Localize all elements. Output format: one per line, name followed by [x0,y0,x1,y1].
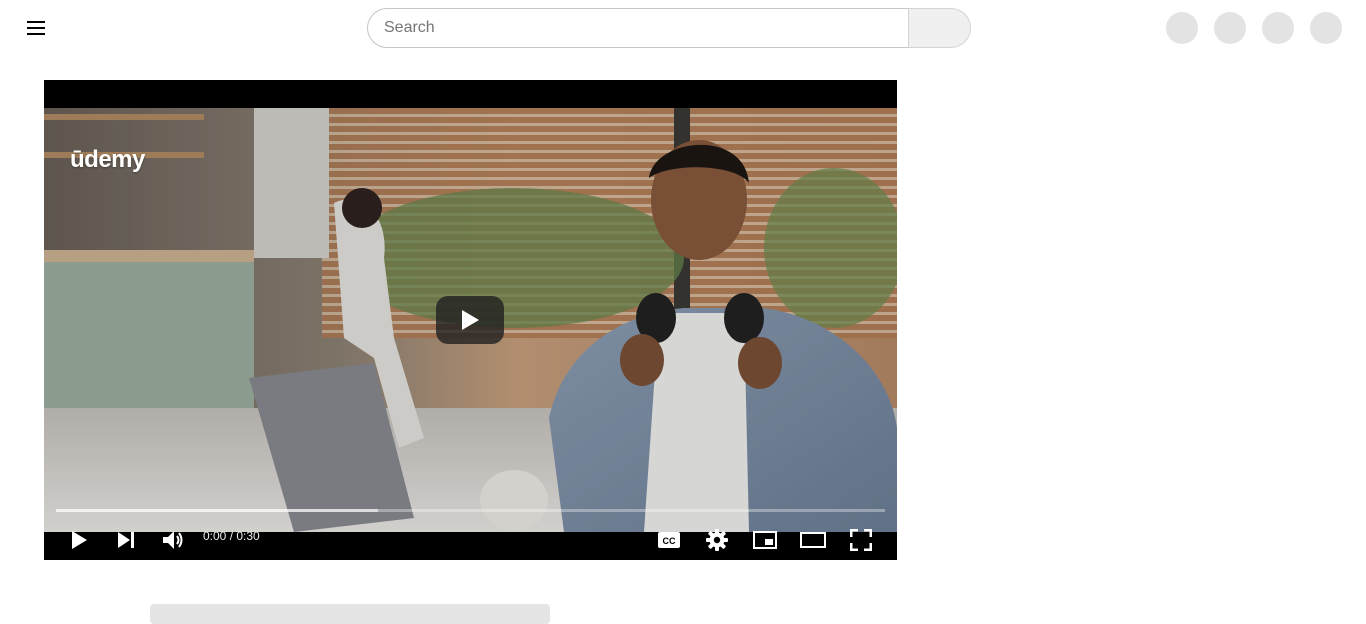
miniplayer-icon [753,531,777,549]
captions-icon: CC [658,532,680,548]
theater-mode-icon [800,532,826,548]
svg-text:CC: CC [663,536,676,546]
progress-bar[interactable] [56,509,885,512]
search-box [367,8,971,48]
player-controls: 0:00 / 0:30 CC [44,520,897,560]
settings-icon [706,529,728,551]
menu-line [27,33,45,35]
play-icon [462,310,479,330]
menu-line [27,21,45,23]
avatar[interactable] [1310,12,1342,44]
theater-mode-button[interactable] [795,524,831,556]
fullscreen-button[interactable] [843,524,879,556]
miniplayer-button[interactable] [747,524,783,556]
masthead [0,0,1366,56]
time-display: 0:00 / 0:30 [203,529,260,543]
next-icon [118,532,134,548]
volume-icon [163,531,183,549]
settings-button[interactable] [699,524,735,556]
captions-button[interactable]: CC [651,524,687,556]
play-icon [72,531,87,549]
header-action-button-2[interactable] [1214,12,1246,44]
fullscreen-icon [850,529,872,551]
mute-button[interactable] [155,524,191,556]
header-action-button-3[interactable] [1262,12,1294,44]
next-button[interactable] [108,524,144,556]
udemy-logo: ūdemy [70,146,145,173]
hamburger-menu-icon[interactable] [18,10,54,46]
menu-line [27,27,45,29]
title-placeholder [150,604,550,624]
large-play-button[interactable] [436,296,504,344]
video-player[interactable]: ūdemy 0:00 / 0:30 CC [44,80,897,560]
play-button[interactable] [61,524,97,556]
buffered-progress [56,509,378,512]
header-action-button-1[interactable] [1166,12,1198,44]
search-input[interactable] [367,8,908,48]
search-button[interactable] [908,8,971,48]
